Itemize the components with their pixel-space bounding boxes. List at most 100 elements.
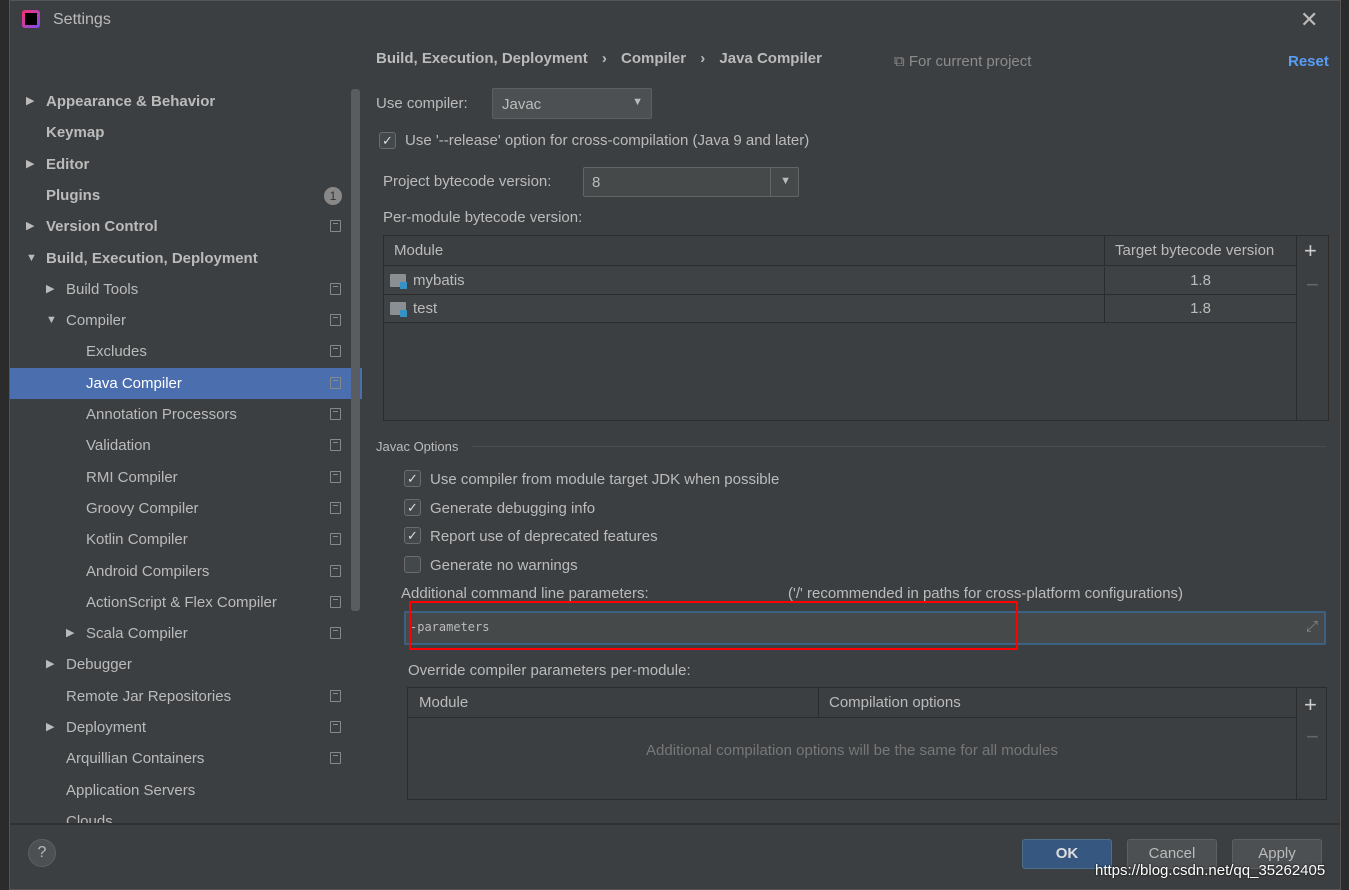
sidebar-item[interactable]: Annotation Processors bbox=[10, 399, 350, 430]
remove-override-button[interactable]: − bbox=[1306, 724, 1319, 750]
override-label: Override compiler parameters per-module: bbox=[408, 662, 691, 679]
sidebar-item-label: Java Compiler bbox=[86, 374, 182, 392]
sidebar-item[interactable]: ▼ Build, Execution, Deployment bbox=[10, 243, 350, 274]
add-module-button[interactable]: + bbox=[1304, 238, 1317, 264]
project-scope-icon bbox=[330, 533, 341, 546]
chevron-right-icon[interactable]: ▶ bbox=[46, 649, 54, 680]
additional-params-label: Additional command line parameters: bbox=[401, 585, 649, 602]
title-bar: Settings ✕ bbox=[10, 1, 1340, 41]
sidebar-item-label: Version Control bbox=[46, 218, 158, 236]
sidebar-item-label: Keymap bbox=[46, 124, 105, 142]
per-module-label: Per-module bytecode version: bbox=[383, 209, 583, 226]
use-compiler-select[interactable]: Javac ▼ bbox=[492, 88, 652, 119]
sidebar-item[interactable]: Groovy Compiler bbox=[10, 493, 350, 524]
watermark: https://blog.csdn.net/qq_35262405 bbox=[1095, 862, 1326, 879]
help-icon: ? bbox=[37, 844, 47, 861]
sidebar-item[interactable]: Kotlin Compiler bbox=[10, 524, 350, 555]
sidebar-item-label: Scala Compiler bbox=[86, 625, 188, 643]
expand-icon[interactable]: ⤢ bbox=[1306, 618, 1318, 635]
option-label: Use compiler from module target JDK when… bbox=[430, 471, 780, 488]
chevron-down-icon[interactable]: ▼ bbox=[46, 305, 57, 336]
project-scope-icon bbox=[330, 376, 341, 389]
section-divider bbox=[472, 446, 1326, 447]
table-toolbar-divider bbox=[1296, 236, 1297, 420]
option-checkbox[interactable] bbox=[404, 556, 421, 574]
update-badge: 1 bbox=[324, 186, 342, 205]
chevron-right-icon[interactable]: ▶ bbox=[66, 618, 74, 649]
sidebar-item[interactable]: ▶ Build Tools bbox=[10, 274, 350, 305]
chevron-right-icon[interactable]: ▶ bbox=[46, 712, 54, 743]
module-name: mybatis bbox=[413, 272, 465, 289]
table-toolbar-divider bbox=[1296, 688, 1297, 799]
sidebar-item[interactable]: Validation bbox=[10, 430, 350, 461]
option-checkbox[interactable]: ✓ bbox=[404, 498, 421, 516]
project-scope-icon bbox=[330, 314, 341, 327]
sidebar-item[interactable]: Keymap bbox=[10, 117, 350, 148]
sidebar-item-label: Editor bbox=[46, 155, 90, 173]
column-header-module[interactable]: Module bbox=[419, 688, 468, 718]
javac-options-section: Javac Options bbox=[376, 439, 459, 454]
sidebar-item[interactable]: Arquillian Containers bbox=[10, 743, 350, 774]
column-header-module[interactable]: Module bbox=[394, 236, 443, 266]
project-scope-icon bbox=[330, 345, 341, 358]
help-button[interactable]: ? bbox=[28, 839, 56, 867]
sidebar-item[interactable]: ▶ Appearance & Behavior bbox=[10, 86, 350, 117]
footer-divider bbox=[10, 823, 1340, 825]
project-scope-icon bbox=[330, 408, 341, 420]
bytecode-version-combo[interactable]: 8 ▼ bbox=[583, 167, 799, 197]
project-scope-icon bbox=[330, 721, 341, 733]
table-row[interactable]: test 1.8 bbox=[384, 295, 1296, 323]
add-override-button[interactable]: + bbox=[1304, 692, 1317, 718]
option-checkbox[interactable]: ✓ bbox=[404, 527, 421, 545]
sidebar-item[interactable]: ▶ Scala Compiler bbox=[10, 618, 350, 649]
sidebar-item[interactable]: RMI Compiler bbox=[10, 462, 350, 493]
column-divider bbox=[818, 688, 819, 718]
release-option-label: Use '--release' option for cross-compila… bbox=[405, 132, 810, 149]
use-compiler-label: Use compiler: bbox=[376, 95, 468, 112]
close-icon[interactable]: ✕ bbox=[1300, 7, 1318, 33]
sidebar-item[interactable]: ▶ Version Control bbox=[10, 211, 350, 242]
sidebar-item[interactable]: Plugins 1 bbox=[10, 180, 350, 211]
reset-link[interactable]: Reset bbox=[1288, 53, 1329, 70]
target-version[interactable]: 1.8 bbox=[1105, 295, 1296, 323]
release-option-checkbox[interactable]: ✓ bbox=[379, 132, 396, 149]
sidebar-item[interactable]: ▶ Debugger bbox=[10, 649, 350, 680]
sidebar-item[interactable]: Clouds bbox=[10, 806, 350, 823]
column-header-options[interactable]: Compilation options bbox=[829, 688, 961, 718]
sidebar-item-label: Arquillian Containers bbox=[66, 750, 205, 768]
table-row[interactable]: mybatis 1.8 bbox=[384, 267, 1296, 295]
sidebar-item[interactable]: Java Compiler bbox=[10, 367, 362, 399]
sidebar-item-label: Excludes bbox=[86, 343, 147, 361]
chevron-down-icon[interactable]: ▼ bbox=[26, 243, 37, 274]
project-scope-icon: ⧉ bbox=[894, 53, 909, 70]
sidebar-item-label: Groovy Compiler bbox=[86, 499, 199, 517]
sidebar-item[interactable]: Remote Jar Repositories bbox=[10, 681, 350, 712]
sidebar-item-label: Debugger bbox=[66, 656, 132, 674]
chevron-right-icon[interactable]: ▶ bbox=[26, 86, 34, 117]
project-scope-icon bbox=[330, 627, 341, 640]
intellij-logo-icon bbox=[22, 10, 40, 28]
sidebar-item-label: Deployment bbox=[66, 719, 147, 736]
sidebar-item[interactable]: Android Compilers bbox=[10, 556, 350, 587]
module-folder-icon bbox=[390, 274, 407, 289]
remove-module-button[interactable]: − bbox=[1306, 272, 1319, 298]
sidebar-item[interactable]: Excludes bbox=[10, 336, 350, 367]
sidebar-item[interactable]: ▼ Compiler bbox=[10, 305, 350, 336]
chevron-right-icon[interactable]: ▶ bbox=[46, 274, 54, 305]
settings-tree: ▶ Appearance & Behavior Keymap ▶ Editor Plugi… bbox=[10, 41, 362, 823]
project-scope-icon bbox=[330, 595, 341, 608]
chevron-right-icon[interactable]: ▶ bbox=[26, 211, 34, 242]
sidebar-item[interactable]: ▶ Editor bbox=[10, 149, 350, 180]
sidebar-scrollbar[interactable] bbox=[351, 89, 360, 611]
target-version[interactable]: 1.8 bbox=[1105, 267, 1296, 295]
option-label: Generate no warnings bbox=[430, 557, 578, 575]
sidebar-item[interactable]: Application Servers bbox=[10, 775, 350, 806]
sidebar-item[interactable]: ActionScript & Flex Compiler bbox=[10, 587, 350, 618]
option-checkbox[interactable]: ✓ bbox=[404, 470, 421, 487]
chevron-right-icon[interactable]: ▶ bbox=[26, 149, 34, 180]
sidebar-item[interactable]: ▶ Deployment bbox=[10, 712, 350, 743]
chevron-down-icon[interactable]: ▼ bbox=[780, 175, 791, 187]
column-header-target[interactable]: Target bytecode version bbox=[1115, 236, 1274, 266]
breadcrumb-item: Build, Execution, Deployment bbox=[376, 50, 588, 67]
table-header: Module Compilation options bbox=[408, 688, 1296, 718]
